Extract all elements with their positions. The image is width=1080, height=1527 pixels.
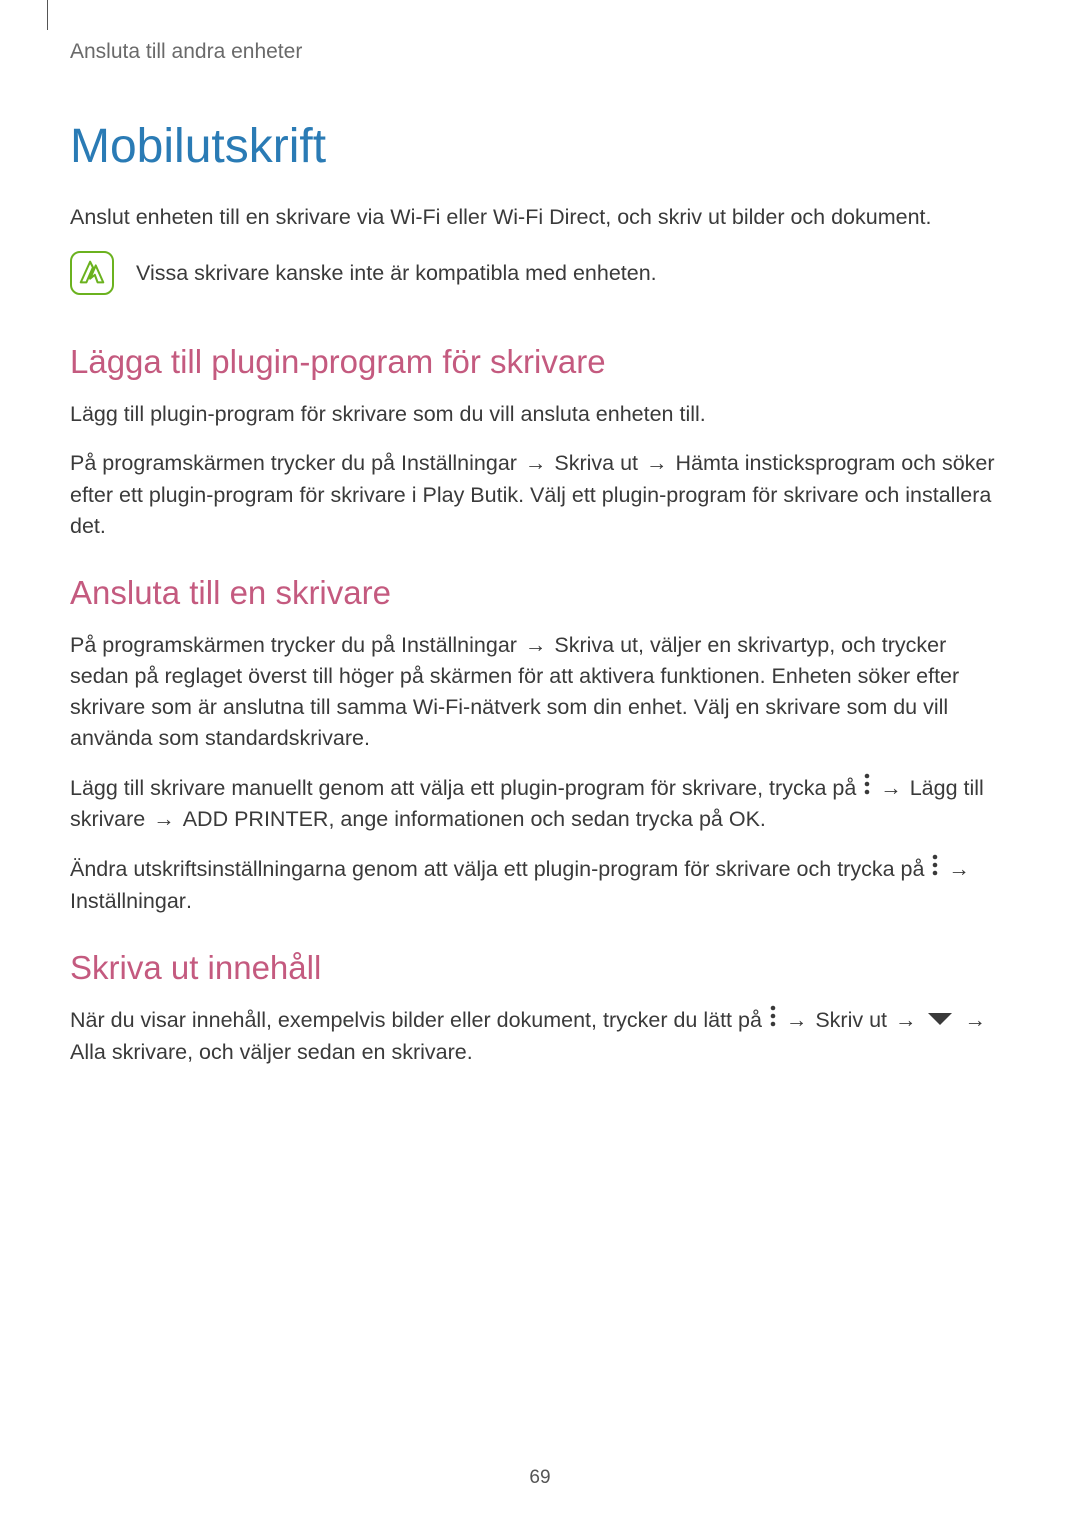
dropdown-icon [926, 1005, 954, 1036]
section-title-print-content: Skriva ut innehåll [70, 949, 1010, 987]
ui-label: ADD PRINTER [183, 807, 329, 831]
more-options-icon [932, 854, 938, 885]
text-run: Lägg till skrivare manuellt genom att vä… [70, 776, 862, 800]
page-number: 69 [0, 1467, 1080, 1489]
breadcrumb: Ansluta till andra enheter [70, 40, 1010, 64]
note-block: Vissa skrivare kanske inte är kompatibla… [70, 251, 1010, 295]
margin-line-decoration [47, 0, 48, 30]
arrow-glyph: → [147, 807, 180, 831]
ui-label: Skriva ut [554, 451, 638, 475]
arrow-glyph: → [640, 451, 673, 475]
section2-p2: Lägg till skrivare manuellt genom att vä… [70, 773, 1010, 836]
text-run: , och väljer sedan en skrivare. [187, 1040, 473, 1064]
text-run: På programskärmen trycker du på [70, 451, 401, 475]
arrow-glyph: → [519, 451, 552, 475]
arrow-glyph: → [780, 1008, 813, 1032]
ui-label: OK [729, 807, 760, 831]
text-run: , ange informationen och sedan trycka på [328, 807, 728, 831]
text-run: . [760, 807, 766, 831]
ui-label: Alla skrivare [70, 1040, 187, 1064]
text-run: Ändra utskriftsinställningarna genom att… [70, 857, 930, 881]
arrow-glyph: → [942, 857, 969, 881]
more-options-icon [770, 1005, 776, 1036]
section2-p1: På programskärmen trycker du på Inställn… [70, 630, 1010, 755]
ui-label: Play Butik [423, 483, 519, 507]
section1-p2: På programskärmen trycker du på Inställn… [70, 448, 1010, 542]
ui-label: Skriva ut [554, 633, 638, 657]
arrow-glyph: → [519, 633, 552, 657]
note-icon [70, 251, 114, 295]
arrow-glyph: → [874, 776, 907, 800]
note-text: Vissa skrivare kanske inte är kompatibla… [136, 261, 657, 286]
text-run: När du visar innehåll, exempelvis bilder… [70, 1008, 768, 1032]
more-options-icon [864, 773, 870, 804]
section1-p1: Lägg till plugin-program för skrivare so… [70, 399, 1010, 430]
document-page: Ansluta till andra enheter Mobilutskrift… [0, 0, 1080, 1527]
ui-label: Inställningar [70, 889, 186, 913]
section2-p3: Ändra utskriftsinställningarna genom att… [70, 854, 1010, 917]
text-run: . [186, 889, 192, 913]
ui-label: Hämta insticksprogram [675, 451, 895, 475]
arrow-glyph: → [958, 1008, 985, 1032]
ui-label: Skriv ut [815, 1008, 887, 1032]
section-title-add-plugin: Lägga till plugin-program för skrivare [70, 343, 1010, 381]
section3-p1: När du visar innehåll, exempelvis bilder… [70, 1005, 1010, 1068]
ui-label: Inställningar [401, 451, 517, 475]
text-run: På programskärmen trycker du på [70, 633, 401, 657]
arrow-glyph: → [889, 1008, 922, 1032]
section-title-connect-printer: Ansluta till en skrivare [70, 574, 1010, 612]
ui-label: Inställningar [401, 633, 517, 657]
intro-paragraph: Anslut enheten till en skrivare via Wi-F… [70, 202, 1010, 233]
page-title: Mobilutskrift [70, 119, 1010, 174]
